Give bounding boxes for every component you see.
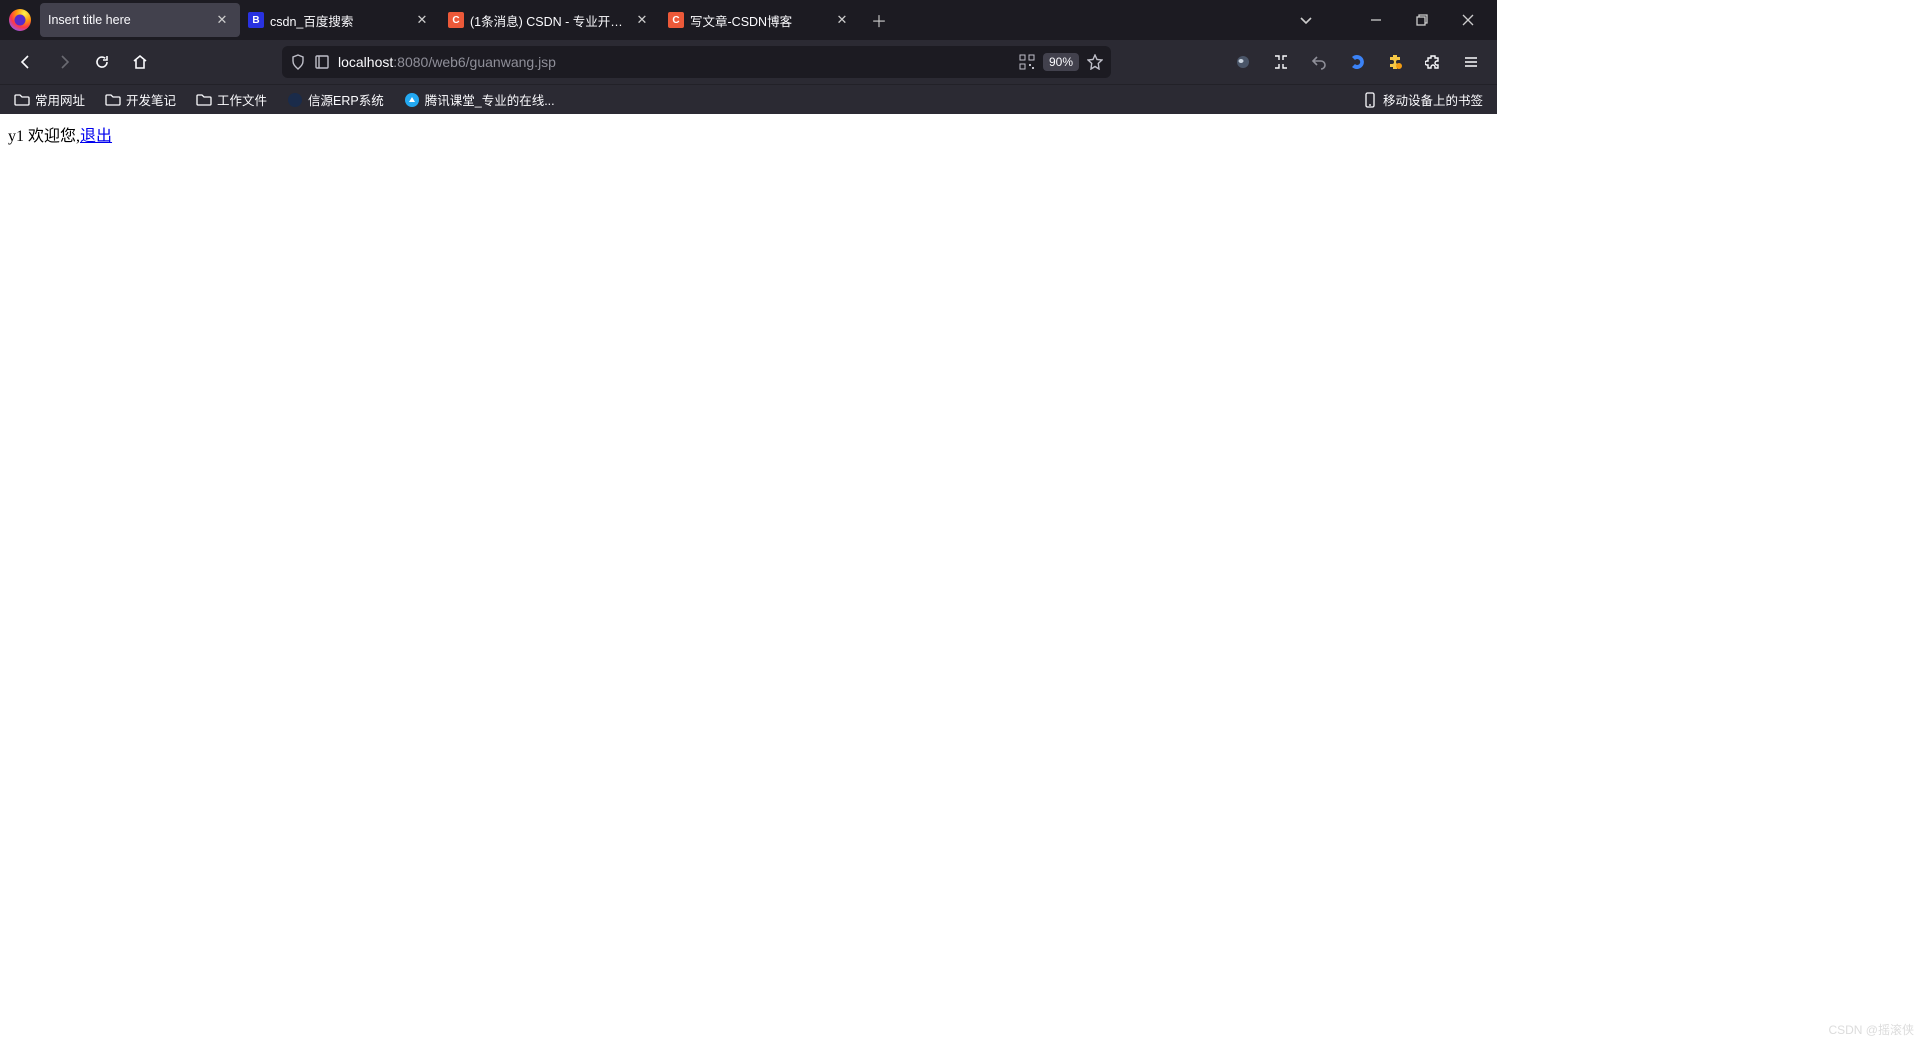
baidu-favicon-icon: B — [248, 12, 264, 28]
bookmark-folder-common[interactable]: 常用网址 — [10, 86, 89, 113]
close-icon[interactable]: ✕ — [632, 10, 652, 30]
bookmark-label: 开发笔记 — [126, 90, 176, 109]
navbar: localhost:8080/web6/guanwang.jsp 90% — [0, 40, 1497, 84]
bookmark-label: 腾讯课堂_专业的在线... — [425, 90, 555, 109]
new-tab-button[interactable]: ＋ — [864, 5, 894, 35]
extensions-button[interactable] — [1417, 46, 1449, 78]
logout-link[interactable]: 退出 — [80, 128, 112, 145]
extension-icon-2[interactable] — [1341, 46, 1373, 78]
bookmark-folder-workfiles[interactable]: 工作文件 — [192, 86, 271, 113]
folder-icon — [196, 92, 212, 108]
site-favicon-icon — [404, 92, 420, 108]
tab-title: (1条消息) CSDN - 专业开发者社区 — [470, 11, 626, 30]
url-host: localhost — [338, 54, 393, 70]
url-port: :8080 — [393, 54, 428, 70]
reload-button[interactable] — [86, 46, 118, 78]
tab-1[interactable]: Insert title here ✕ — [40, 3, 240, 37]
url-text[interactable]: localhost:8080/web6/guanwang.jsp — [338, 54, 1011, 70]
shield-icon[interactable] — [290, 54, 306, 70]
bookmark-label: 工作文件 — [217, 90, 267, 109]
back-button[interactable] — [10, 46, 42, 78]
bookmark-tencent-class[interactable]: 腾讯课堂_专业的在线... — [400, 86, 559, 113]
extension-icon-3[interactable] — [1379, 46, 1411, 78]
url-path: /web6/guanwang.jsp — [428, 54, 556, 70]
menu-button[interactable] — [1455, 46, 1487, 78]
qr-icon[interactable] — [1019, 54, 1035, 70]
site-info-icon[interactable] — [314, 54, 330, 70]
tab-3[interactable]: C (1条消息) CSDN - 专业开发者社区 ✕ — [440, 3, 660, 37]
close-icon[interactable]: ✕ — [212, 10, 232, 30]
close-icon[interactable]: ✕ — [412, 10, 432, 30]
zoom-badge[interactable]: 90% — [1043, 53, 1079, 71]
extension-icon-1[interactable] — [1227, 46, 1259, 78]
tab-2[interactable]: B csdn_百度搜索 ✕ — [240, 3, 440, 37]
close-window-button[interactable] — [1453, 5, 1483, 35]
csdn-favicon-icon: C — [668, 12, 684, 28]
csdn-favicon-icon: C — [448, 12, 464, 28]
tab-title: Insert title here — [48, 13, 206, 27]
maximize-button[interactable] — [1407, 5, 1437, 35]
bookmark-erp[interactable]: 信源ERP系统 — [283, 86, 388, 113]
undo-icon[interactable] — [1303, 46, 1335, 78]
site-favicon-icon — [287, 92, 303, 108]
mobile-icon — [1362, 92, 1378, 108]
greeting-text: y1 欢迎您, — [8, 128, 80, 145]
url-bar[interactable]: localhost:8080/web6/guanwang.jsp 90% — [282, 46, 1111, 78]
url-security-icons — [290, 54, 330, 70]
titlebar: Insert title here ✕ B csdn_百度搜索 ✕ C (1条消… — [0, 0, 1497, 40]
bookmark-label: 常用网址 — [35, 90, 85, 109]
folder-icon — [105, 92, 121, 108]
bookmark-label: 信源ERP系统 — [308, 90, 384, 109]
bookmark-mobile[interactable]: 移动设备上的书签 — [1358, 86, 1487, 113]
bookmark-star-icon[interactable] — [1087, 54, 1103, 70]
watermark: CSDN @摇滚侠 — [1828, 1021, 1914, 1038]
home-button[interactable] — [124, 46, 156, 78]
bookmark-bar: 常用网址 开发笔记 工作文件 信源ERP系统 腾讯课堂_专业的在线... 移动设… — [0, 84, 1497, 114]
url-right-icons: 90% — [1019, 53, 1103, 71]
firefox-logo — [0, 0, 40, 40]
minimize-button[interactable] — [1361, 5, 1391, 35]
tab-4[interactable]: C 写文章-CSDN博客 ✕ — [660, 3, 860, 37]
window-controls — [1361, 5, 1489, 35]
tab-strip: Insert title here ✕ B csdn_百度搜索 ✕ C (1条消… — [40, 2, 1321, 38]
page-content: y1 欢迎您,退出 — [0, 114, 1497, 154]
screenshot-icon[interactable] — [1265, 46, 1297, 78]
tabs-list-dropdown[interactable] — [1291, 5, 1321, 35]
folder-icon — [14, 92, 30, 108]
bookmark-folder-devnotes[interactable]: 开发笔记 — [101, 86, 180, 113]
tab-title: 写文章-CSDN博客 — [690, 11, 826, 30]
tab-title: csdn_百度搜索 — [270, 11, 406, 30]
forward-button[interactable] — [48, 46, 80, 78]
toolbar-right — [1227, 46, 1487, 78]
bookmark-label: 移动设备上的书签 — [1383, 90, 1483, 109]
close-icon[interactable]: ✕ — [832, 10, 852, 30]
